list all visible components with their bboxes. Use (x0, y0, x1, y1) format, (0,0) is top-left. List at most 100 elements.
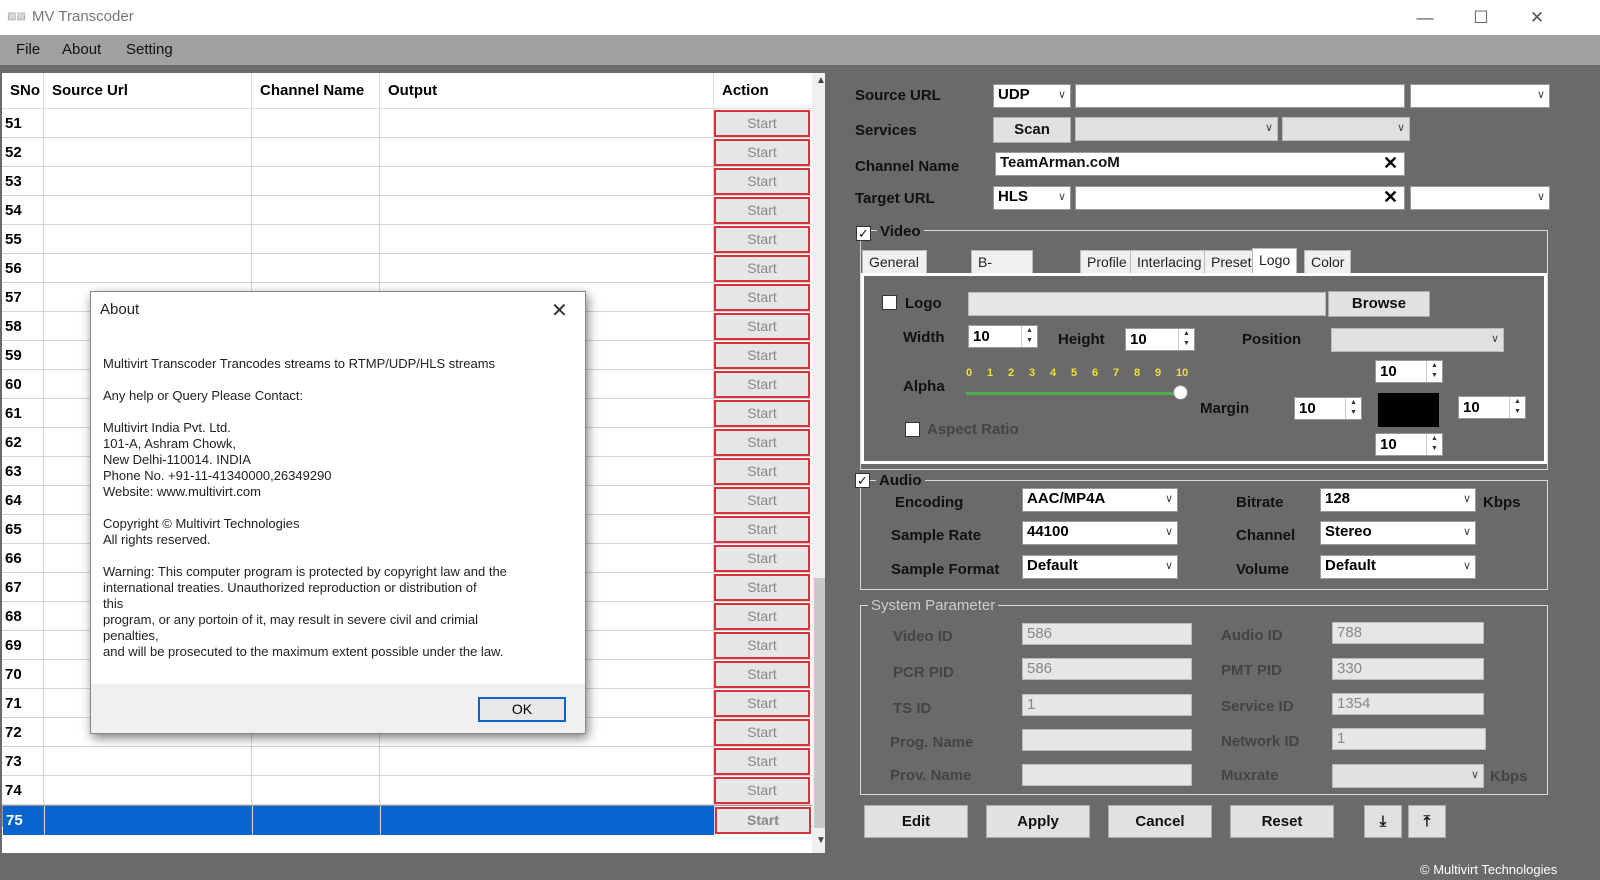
tab-bframe-settings[interactable]: B-Frame settings (971, 250, 1034, 314)
scroll-down-icon[interactable]: ▼ (812, 835, 825, 846)
audio-id-input[interactable]: 788 (1332, 622, 1484, 644)
table-row[interactable]: 51 Start (2, 109, 825, 138)
start-button[interactable]: Start (714, 110, 810, 137)
start-button[interactable]: Start (714, 574, 810, 601)
row-source-url[interactable] (45, 806, 253, 835)
logo-path-input[interactable] (968, 292, 1326, 316)
table-row[interactable]: 52 Start (2, 138, 825, 167)
start-button[interactable]: Start (714, 516, 810, 543)
start-button[interactable]: Start (714, 429, 810, 456)
row-source-url[interactable] (44, 225, 252, 254)
row-source-url[interactable] (44, 167, 252, 196)
row-output[interactable] (380, 225, 714, 254)
source-extra-select[interactable]: ∨ (1410, 84, 1550, 108)
prog-name-input[interactable] (1022, 729, 1192, 751)
start-button[interactable]: Start (714, 139, 810, 166)
menu-about[interactable]: About (62, 41, 101, 58)
source-url-input[interactable] (1075, 84, 1405, 108)
scroll-thumb[interactable] (814, 578, 825, 828)
row-channel-name[interactable] (252, 196, 380, 225)
width-spinner[interactable]: 10 ▲ ▼ (968, 325, 1038, 348)
start-button[interactable]: Start (715, 807, 811, 834)
margin-color-swatch[interactable] (1378, 393, 1439, 427)
start-button[interactable]: Start (714, 255, 810, 282)
volume-select[interactable]: Default ∨ (1320, 555, 1476, 579)
row-output[interactable] (380, 776, 714, 805)
start-button[interactable]: Start (714, 371, 810, 398)
alpha-slider-thumb[interactable] (1173, 385, 1188, 400)
logo-checkbox[interactable] (882, 295, 897, 310)
encoding-select[interactable]: AAC/MP4A ∨ (1022, 488, 1178, 512)
pmt-pid-input[interactable]: 330 (1332, 658, 1484, 680)
clear-icon[interactable]: ✕ (1383, 187, 1398, 208)
start-button[interactable]: Start (714, 777, 810, 804)
start-button[interactable]: Start (714, 400, 810, 427)
maximize-button[interactable]: ☐ (1458, 4, 1504, 32)
start-button[interactable]: Start (714, 632, 810, 659)
table-row[interactable]: 73 Start (2, 747, 825, 776)
row-channel-name[interactable] (252, 225, 380, 254)
minimize-button[interactable]: — (1402, 4, 1448, 32)
margin-left-spinner[interactable]: 10 ▲ ▼ (1294, 397, 1362, 420)
row-output[interactable] (380, 747, 714, 776)
start-button[interactable]: Start (714, 603, 810, 630)
sample-format-select[interactable]: Default ∨ (1022, 555, 1178, 579)
start-button[interactable]: Start (714, 226, 810, 253)
table-row[interactable]: 54 Start (2, 196, 825, 225)
row-output[interactable] (380, 138, 714, 167)
table-row[interactable]: 53 Start (2, 167, 825, 196)
start-button[interactable]: Start (714, 342, 810, 369)
row-channel-name[interactable] (252, 138, 380, 167)
menu-setting[interactable]: Setting (126, 41, 173, 58)
menu-file[interactable]: File (16, 41, 40, 58)
start-button[interactable]: Start (714, 719, 810, 746)
channel-select[interactable]: Stereo ∨ (1320, 521, 1476, 545)
tab-interlacing[interactable]: Interlacing (1130, 250, 1209, 274)
start-button[interactable]: Start (714, 661, 810, 688)
table-row[interactable]: 74 Start (2, 776, 825, 805)
target-url-input[interactable] (1075, 186, 1405, 210)
start-button[interactable]: Start (714, 284, 810, 311)
row-output[interactable] (381, 806, 715, 835)
row-source-url[interactable] (44, 109, 252, 138)
audio-checkbox[interactable]: ✓ (855, 473, 870, 488)
ok-button[interactable]: OK (478, 697, 566, 722)
row-output[interactable] (380, 196, 714, 225)
row-source-url[interactable] (44, 196, 252, 225)
row-channel-name[interactable] (252, 747, 380, 776)
clear-icon[interactable]: ✕ (1383, 153, 1398, 174)
row-output[interactable] (380, 254, 714, 283)
export-button[interactable]: ⤒ (1408, 805, 1446, 838)
start-button[interactable]: Start (714, 748, 810, 775)
row-channel-name[interactable] (253, 806, 381, 835)
video-id-input[interactable]: 586 (1022, 623, 1192, 645)
sample-rate-select[interactable]: 44100 ∨ (1022, 521, 1178, 545)
row-source-url[interactable] (44, 747, 252, 776)
apply-button[interactable]: Apply (986, 805, 1090, 838)
row-channel-name[interactable] (252, 109, 380, 138)
aspect-ratio-checkbox[interactable] (905, 422, 920, 437)
bitrate-select[interactable]: 128 ∨ (1320, 488, 1476, 512)
muxrate-select[interactable]: ∨ (1332, 764, 1484, 788)
service-id-input[interactable]: 1354 (1332, 693, 1484, 715)
reset-button[interactable]: Reset (1230, 805, 1334, 838)
alpha-slider-track[interactable] (966, 392, 1180, 395)
margin-right-spinner[interactable]: 10 ▲ ▼ (1458, 396, 1526, 419)
start-button[interactable]: Start (714, 458, 810, 485)
row-output[interactable] (380, 109, 714, 138)
grid-scrollbar[interactable]: ▲ ▼ (812, 73, 825, 853)
row-source-url[interactable] (44, 254, 252, 283)
start-button[interactable]: Start (714, 545, 810, 572)
prov-name-input[interactable] (1022, 764, 1192, 786)
start-button[interactable]: Start (714, 168, 810, 195)
import-button[interactable]: ⤓ (1364, 805, 1402, 838)
margin-top-spinner[interactable]: 10 ▲ ▼ (1375, 360, 1443, 383)
margin-bottom-spinner[interactable]: 10 ▲ ▼ (1375, 433, 1443, 456)
row-output[interactable] (380, 167, 714, 196)
row-channel-name[interactable] (252, 167, 380, 196)
table-row[interactable]: 55 Start (2, 225, 825, 254)
tab-color[interactable]: Color (1304, 250, 1352, 274)
height-spinner[interactable]: 10 ▲ ▼ (1125, 328, 1195, 351)
row-source-url[interactable] (44, 776, 252, 805)
col-source-url[interactable]: Source Url (44, 73, 252, 109)
